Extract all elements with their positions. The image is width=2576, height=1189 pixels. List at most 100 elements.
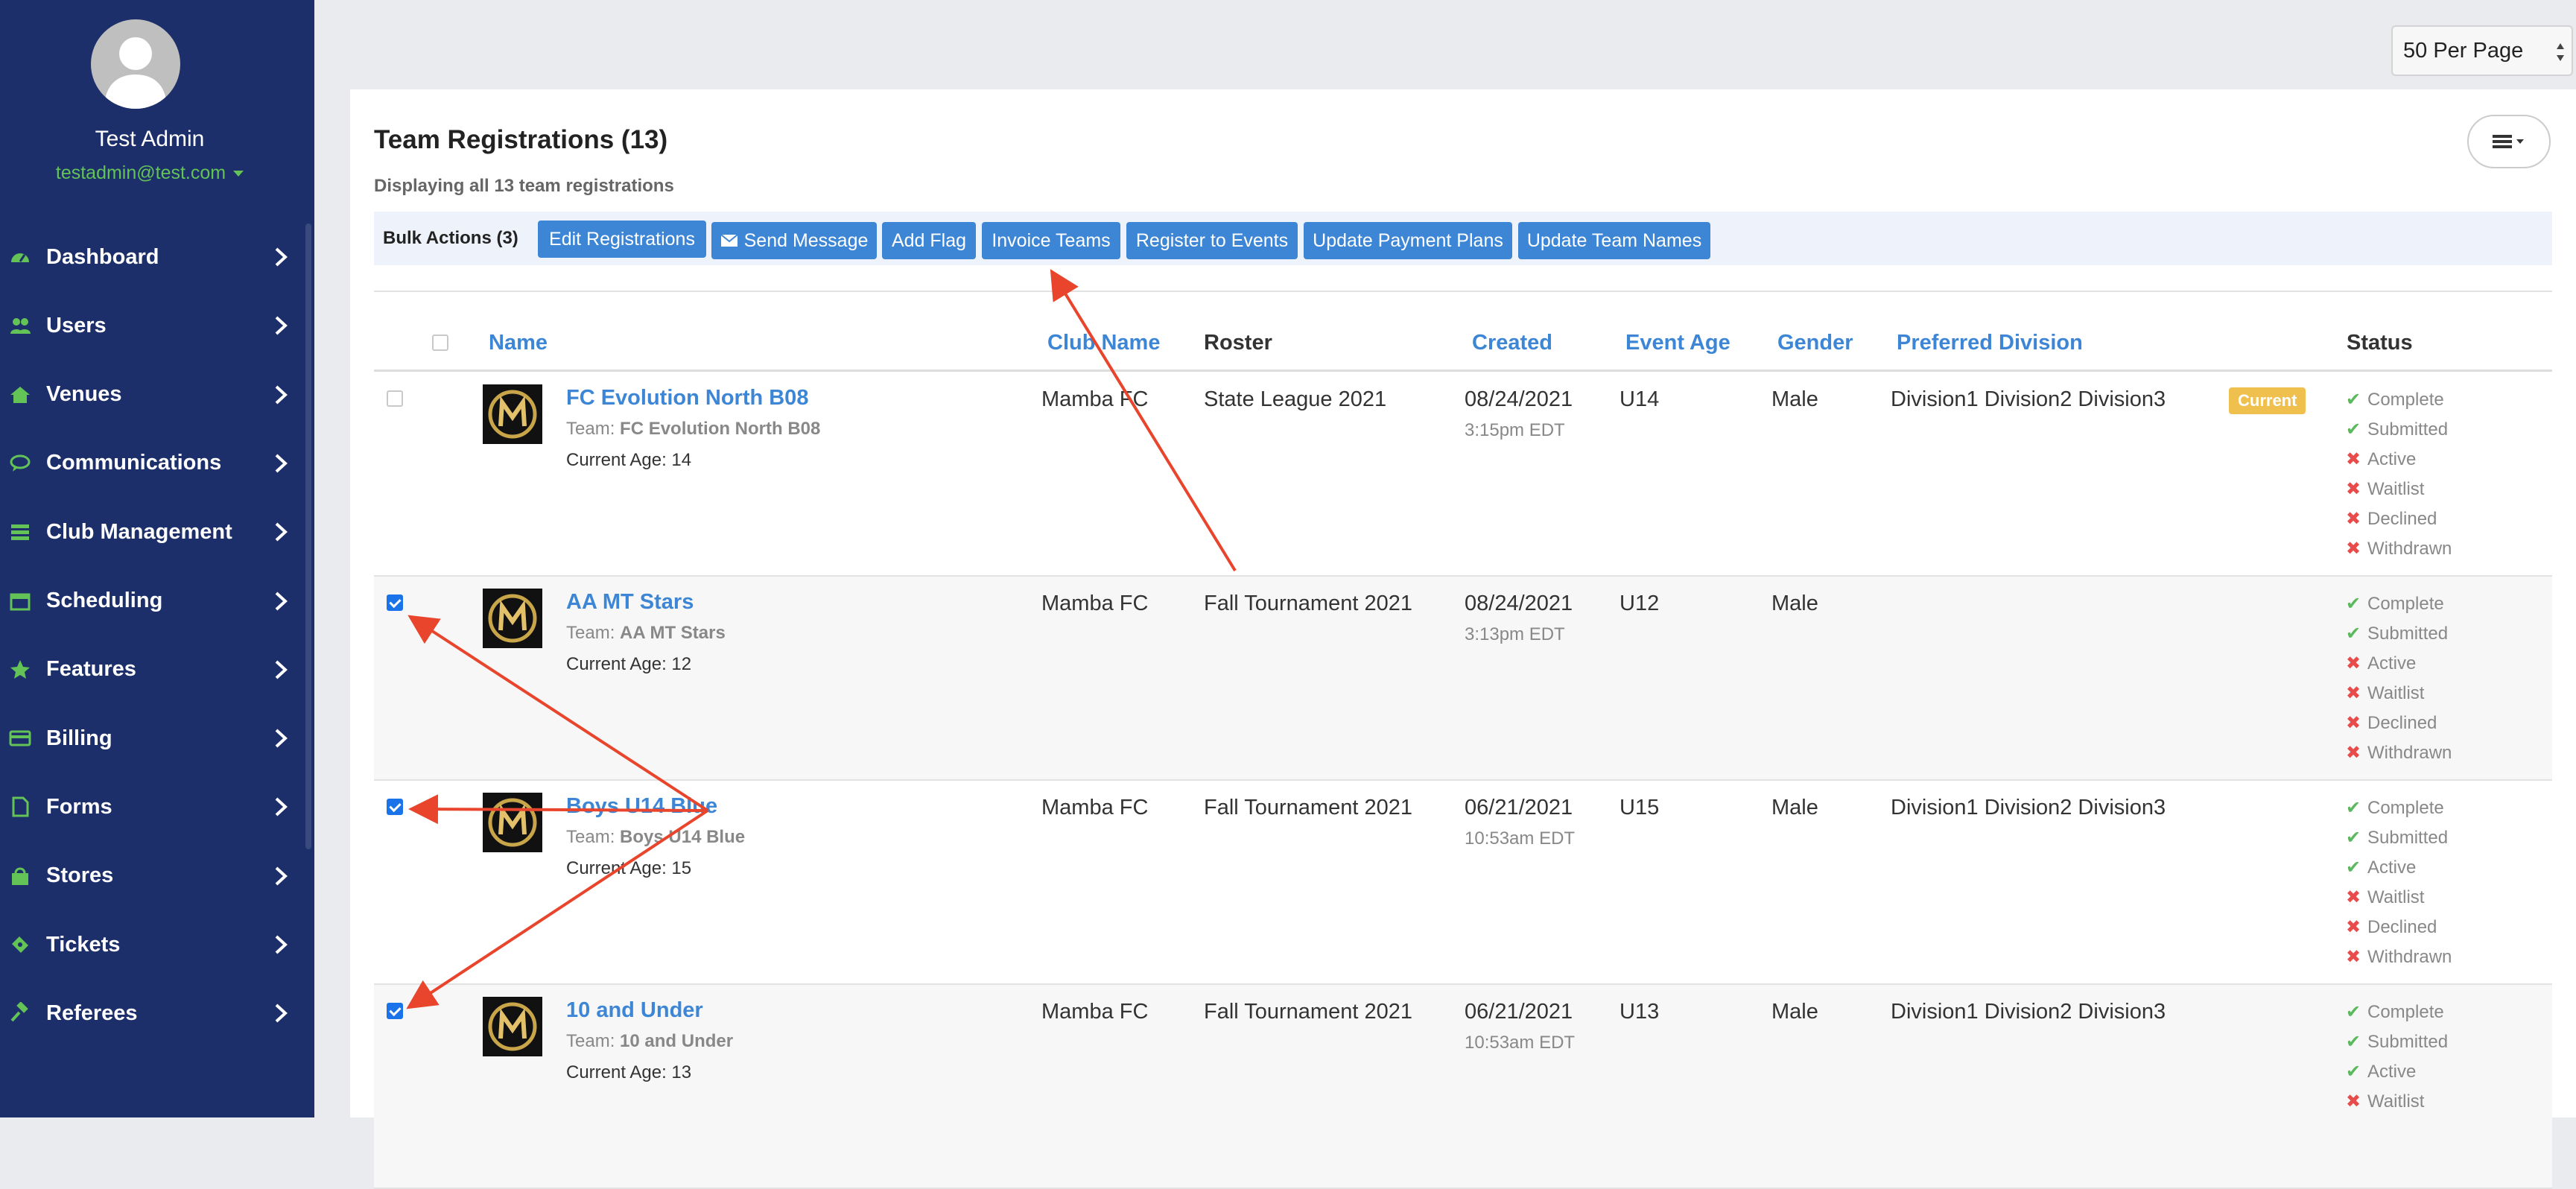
select-all-checkbox[interactable] bbox=[432, 334, 448, 351]
update-payment-plans-button[interactable]: Update Payment Plans bbox=[1304, 222, 1512, 259]
current-age: Current Age: 12 bbox=[566, 654, 691, 675]
status-label: Active bbox=[2367, 857, 2417, 878]
status-item: ✖ Active bbox=[2344, 653, 2416, 674]
team-name-link[interactable]: 10 and Under bbox=[566, 998, 703, 1023]
row-checkbox[interactable] bbox=[387, 799, 403, 815]
sidebar-item-scheduling[interactable]: Scheduling bbox=[0, 575, 299, 627]
header-club-name[interactable]: Club Name bbox=[1047, 331, 1160, 355]
user-name: Test Admin bbox=[95, 127, 205, 151]
update-team-names-button[interactable]: Update Team Names bbox=[1518, 222, 1710, 259]
avatar[interactable] bbox=[91, 19, 180, 109]
team-label: Team: bbox=[566, 1031, 621, 1051]
row-checkbox[interactable] bbox=[387, 390, 403, 407]
check-icon: ✔ bbox=[2345, 419, 2361, 440]
send-message-label: Send Message bbox=[743, 229, 869, 251]
status-item: ✖ Withdrawn bbox=[2344, 946, 2452, 968]
created-date: 08/24/2021 bbox=[1465, 592, 1573, 615]
send-message-button[interactable]: Send Message bbox=[711, 222, 877, 259]
current-age-label: Current Age: bbox=[566, 654, 672, 674]
sidebar-item-forms[interactable]: Forms bbox=[0, 781, 299, 833]
status-item: ✔ Submitted bbox=[2344, 827, 2448, 849]
bars-menu-icon bbox=[2493, 135, 2524, 148]
register-to-events-button[interactable]: Register to Events bbox=[1126, 222, 1298, 259]
current-age: Current Age: 13 bbox=[566, 1062, 691, 1083]
chevron-right-icon bbox=[275, 866, 288, 886]
check-icon: ✔ bbox=[2345, 1062, 2361, 1082]
cross-icon: ✖ bbox=[2345, 887, 2361, 907]
current-age-value: 15 bbox=[671, 858, 692, 878]
row-checkbox[interactable] bbox=[387, 594, 403, 611]
roster: Fall Tournament 2021 bbox=[1204, 592, 1412, 615]
team-subtitle: Team: Boys U14 Blue bbox=[566, 827, 745, 848]
created-time: 3:13pm EDT bbox=[1465, 624, 1565, 644]
created-date: 08/24/2021 bbox=[1465, 387, 1573, 411]
header-gender[interactable]: Gender bbox=[1777, 331, 1853, 355]
sidebar-item-label: Scheduling bbox=[46, 589, 163, 612]
current-age-value: 14 bbox=[671, 450, 692, 470]
user-email-dropdown[interactable]: testadmin@test.com bbox=[0, 162, 299, 184]
status-label: Submitted bbox=[2367, 827, 2449, 848]
cross-icon: ✖ bbox=[2345, 479, 2361, 499]
invoice-teams-button[interactable]: Invoice Teams bbox=[982, 222, 1120, 259]
cross-icon: ✖ bbox=[2345, 917, 2361, 937]
per-page-select[interactable]: 50 Per Page bbox=[2391, 25, 2573, 76]
team-name-link[interactable]: Boys U14 Blue bbox=[566, 794, 717, 819]
sidebar-item-club-management[interactable]: Club Management bbox=[0, 506, 299, 558]
club-name: Mamba FC bbox=[1041, 1000, 1149, 1024]
chevron-right-icon bbox=[275, 797, 288, 817]
team-value: AA MT Stars bbox=[620, 623, 726, 643]
club-name: Mamba FC bbox=[1041, 796, 1149, 819]
header-created[interactable]: Created bbox=[1472, 331, 1552, 355]
header-name[interactable]: Name bbox=[489, 331, 548, 355]
club-name: Mamba FC bbox=[1041, 592, 1149, 615]
roster: Fall Tournament 2021 bbox=[1204, 1000, 1412, 1024]
chevron-right-icon bbox=[275, 729, 288, 748]
sidebar-item-billing[interactable]: Billing bbox=[0, 712, 299, 764]
check-icon: ✔ bbox=[2345, 390, 2361, 410]
team-label: Team: bbox=[566, 623, 621, 643]
preferred-division: Division1 Division2 Division3 bbox=[1891, 387, 2166, 411]
header-event-age[interactable]: Event Age bbox=[1625, 331, 1730, 355]
sidebar-item-users[interactable]: Users bbox=[0, 299, 299, 352]
team-name-link[interactable]: AA MT Stars bbox=[566, 590, 694, 615]
sidebar-item-stores[interactable]: Stores bbox=[0, 850, 299, 902]
status-label: Active bbox=[2367, 1061, 2417, 1082]
status-label: Withdrawn bbox=[2367, 538, 2452, 559]
sidebar-item-venues[interactable]: Venues bbox=[0, 369, 299, 421]
sidebar-item-tickets[interactable]: Tickets bbox=[0, 919, 299, 971]
update-team-names-label: Update Team Names bbox=[1526, 229, 1702, 251]
header-preferred-division[interactable]: Preferred Division bbox=[1897, 331, 2083, 355]
event-age: U13 bbox=[1619, 1000, 1660, 1024]
status-label: Withdrawn bbox=[2367, 946, 2452, 967]
status-label: Active bbox=[2367, 448, 2417, 469]
row-checkbox[interactable] bbox=[387, 1003, 403, 1019]
header-status: Status bbox=[2347, 331, 2413, 355]
sidebar-scrollbar[interactable] bbox=[305, 223, 311, 849]
status-item: ✖ Withdrawn bbox=[2344, 538, 2452, 559]
sidebar-item-label: Communications bbox=[46, 451, 222, 475]
sidebar-item-label: Users bbox=[46, 313, 107, 337]
select-arrows-icon bbox=[2557, 43, 2564, 61]
add-flag-button[interactable]: Add Flag bbox=[882, 222, 976, 259]
sidebar-item-label: Dashboard bbox=[46, 244, 159, 269]
sidebar-item-label: Billing bbox=[46, 726, 112, 750]
team-name-link[interactable]: FC Evolution North B08 bbox=[566, 386, 808, 410]
sidebar-item-referees[interactable]: Referees bbox=[0, 987, 299, 1039]
team-logo bbox=[483, 997, 542, 1056]
cross-icon: ✖ bbox=[2345, 743, 2361, 763]
preferred-division: Division1 Division2 Division3 bbox=[1891, 1000, 2166, 1024]
mamba-logo-icon bbox=[488, 390, 537, 439]
user-email: testadmin@test.com bbox=[55, 162, 226, 183]
sidebar-item-features[interactable]: Features bbox=[0, 644, 299, 696]
gavel-icon bbox=[9, 1002, 31, 1024]
status-item: ✖ Withdrawn bbox=[2344, 742, 2452, 764]
update-payment-plans-label: Update Payment Plans bbox=[1313, 229, 1503, 251]
gender: Male bbox=[1771, 592, 1818, 615]
edit-registrations-button[interactable]: Edit Registrations bbox=[538, 221, 706, 258]
sidebar-item-dashboard[interactable]: Dashboard bbox=[0, 231, 299, 283]
sidebar-item-communications[interactable]: Communications bbox=[0, 437, 299, 489]
options-menu-button[interactable] bbox=[2467, 115, 2551, 168]
home-icon bbox=[9, 384, 31, 406]
team-logo bbox=[483, 384, 542, 444]
ticket-icon bbox=[9, 933, 31, 956]
